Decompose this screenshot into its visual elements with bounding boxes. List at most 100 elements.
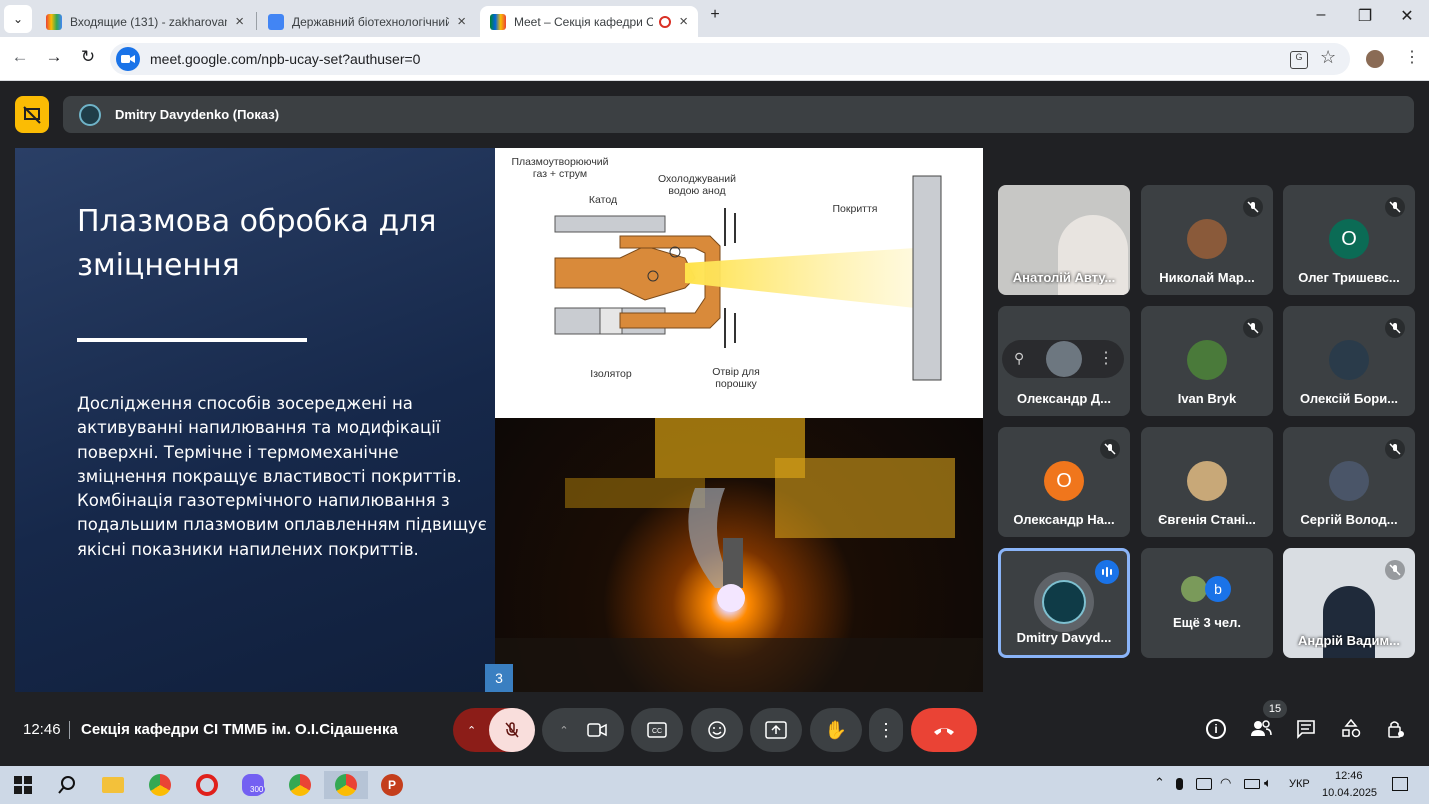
forward-button[interactable]: → [42, 47, 66, 67]
avatar [1034, 572, 1094, 632]
label-gas: Плазмоутворюючий газ + струм [511, 156, 609, 180]
participant-tile[interactable]: Николай Мар... [1141, 185, 1273, 295]
profile-avatar[interactable] [1366, 50, 1384, 68]
participant-tile[interactable]: Олексій Бори... [1283, 306, 1415, 416]
avatar [1181, 576, 1207, 602]
participant-tile[interactable]: Сергій Волод... [1283, 427, 1415, 537]
browser-tab-strip: ⌄ Входящие (131) - zakharovand × Державн… [0, 0, 1429, 37]
captions-button[interactable]: CC [631, 708, 683, 752]
powerpoint-icon[interactable]: P [377, 771, 407, 799]
chrome-profile-icon[interactable] [285, 771, 315, 799]
tray-overflow-icon[interactable]: ⌃ [1154, 775, 1165, 791]
chrome-icon[interactable] [145, 771, 175, 799]
participant-tile[interactable]: Євгенія Стані... [1141, 427, 1273, 537]
tab-university[interactable]: Державний біотехнологічний × [258, 6, 476, 37]
avatar [1187, 461, 1227, 501]
participant-tile[interactable]: ⚲ ⋮ Олександр Д... [998, 306, 1130, 416]
participant-name: Олексій Бори... [1299, 391, 1399, 406]
avatar [1187, 219, 1227, 259]
tab-search-button[interactable]: ⌄ [4, 5, 32, 33]
slide-text-panel: Плазмова обробка для зміцнення Досліджен… [15, 148, 495, 692]
translate-icon[interactable]: G [1290, 51, 1308, 69]
opera-icon[interactable] [192, 771, 222, 799]
taskbar-date[interactable]: 10.04.2025 [1322, 787, 1377, 799]
chat-icon[interactable] [1296, 719, 1316, 744]
hand-icon: ✋ [824, 719, 848, 740]
participant-tile[interactable]: Ivan Bryk [1141, 306, 1273, 416]
participant-tile[interactable]: Анатолій Авту... [998, 185, 1130, 295]
slide-title: Плазмова обробка для зміцнення [77, 204, 437, 283]
tab-meet[interactable]: Meet – Секція кафедри СІ × [480, 6, 698, 37]
microphone-tray-icon[interactable] [1176, 778, 1183, 790]
participant-tile[interactable]: Андрій Вадим... [1283, 548, 1415, 658]
company-logo [1042, 580, 1086, 624]
host-controls-icon[interactable] [1386, 719, 1406, 744]
mic-off-icon [1385, 318, 1405, 338]
mic-off-icon [1243, 197, 1263, 217]
label-anode: Охолоджуваний водою анод [658, 173, 736, 197]
leave-call-button[interactable] [911, 708, 977, 752]
emoji-button[interactable] [691, 708, 743, 752]
wifi-icon[interactable]: ◠ [1220, 775, 1231, 791]
raise-hand-button[interactable]: ✋ [810, 708, 862, 752]
camera-icon[interactable] [116, 47, 140, 71]
activities-icon[interactable] [1341, 718, 1361, 744]
participant-name: Євгенія Стані... [1158, 512, 1256, 527]
participant-name: Ivan Bryk [1177, 391, 1237, 406]
back-button[interactable]: ← [8, 47, 32, 67]
presenter-bar: Dmitry Davydenko (Показ) [63, 96, 1414, 133]
mic-off-icon [1385, 197, 1405, 217]
meet-icon [490, 13, 506, 30]
menu-icon[interactable]: ⋮ [1404, 47, 1420, 67]
close-icon[interactable]: × [457, 13, 466, 30]
slide-number: 3 [485, 664, 513, 692]
people-icon[interactable] [1250, 719, 1272, 742]
maximize-button[interactable]: ❐ [1350, 6, 1380, 26]
address-bar[interactable]: meet.google.com/npb-ucay-set?authuser=0 [110, 43, 1350, 75]
file-explorer-icon[interactable] [98, 771, 128, 799]
notifications-icon[interactable] [1392, 777, 1408, 791]
meet-tray-icon[interactable] [1196, 778, 1212, 790]
participant-tile-speaking[interactable]: Dmitry Davyd... [998, 548, 1130, 658]
meet-window: Dmitry Davydenko (Показ) Плазмова обробк… [0, 81, 1429, 766]
new-tab-button[interactable]: + [700, 6, 730, 24]
language-indicator[interactable]: УКР [1289, 778, 1310, 790]
participant-count-badge: 15 [1263, 700, 1287, 718]
more-participants-tile[interactable]: b Ещё 3 чел. [1141, 548, 1273, 658]
pin-icon[interactable]: ⚲ [1014, 350, 1024, 367]
mic-off-button[interactable] [489, 708, 535, 752]
avatar [1046, 341, 1082, 377]
participant-name: Сергій Волод... [1300, 512, 1398, 527]
viber-badge: 300 [248, 785, 266, 794]
close-icon[interactable]: × [235, 13, 244, 30]
tab-gmail[interactable]: Входящие (131) - zakharovand × [36, 6, 254, 37]
camera-button[interactable]: ⌃ [542, 708, 624, 752]
bookmark-star-icon[interactable]: ☆ [1320, 47, 1336, 68]
taskbar-time[interactable]: 12:46 [1335, 770, 1363, 782]
gmail-icon [46, 13, 62, 30]
tab-title: Державний біотехнологічний [292, 14, 450, 29]
reload-button[interactable]: ↻ [76, 47, 100, 67]
avatar [1187, 340, 1227, 380]
windows-start-icon[interactable] [8, 771, 38, 799]
minimize-button[interactable]: – [1306, 6, 1336, 24]
info-icon[interactable]: i [1206, 719, 1226, 739]
emoji-icon [708, 721, 726, 739]
divider [69, 721, 70, 739]
speaking-indicator-icon [1095, 560, 1119, 584]
present-screen-icon [765, 721, 787, 739]
more-options-icon[interactable]: ⋮ [1098, 348, 1114, 368]
battery-icon[interactable] [1244, 779, 1260, 789]
present-screen-button[interactable] [750, 708, 802, 752]
participant-tile[interactable]: О Олег Тришевс... [1283, 185, 1415, 295]
close-icon[interactable]: × [679, 13, 688, 30]
presentation-icon[interactable] [15, 96, 49, 133]
participant-tile[interactable]: О Олександр На... [998, 427, 1130, 537]
volume-icon[interactable]: 🔈︎ [1264, 775, 1272, 791]
viber-icon[interactable]: 300 [238, 771, 268, 799]
chrome-active-icon[interactable] [324, 771, 368, 799]
more-options-button[interactable]: ⋮ [869, 708, 903, 752]
close-window-button[interactable]: ✕ [1392, 6, 1422, 26]
browser-toolbar: ← → ↻ meet.google.com/npb-ucay-set?authu… [0, 37, 1429, 81]
search-icon[interactable] [52, 771, 82, 799]
